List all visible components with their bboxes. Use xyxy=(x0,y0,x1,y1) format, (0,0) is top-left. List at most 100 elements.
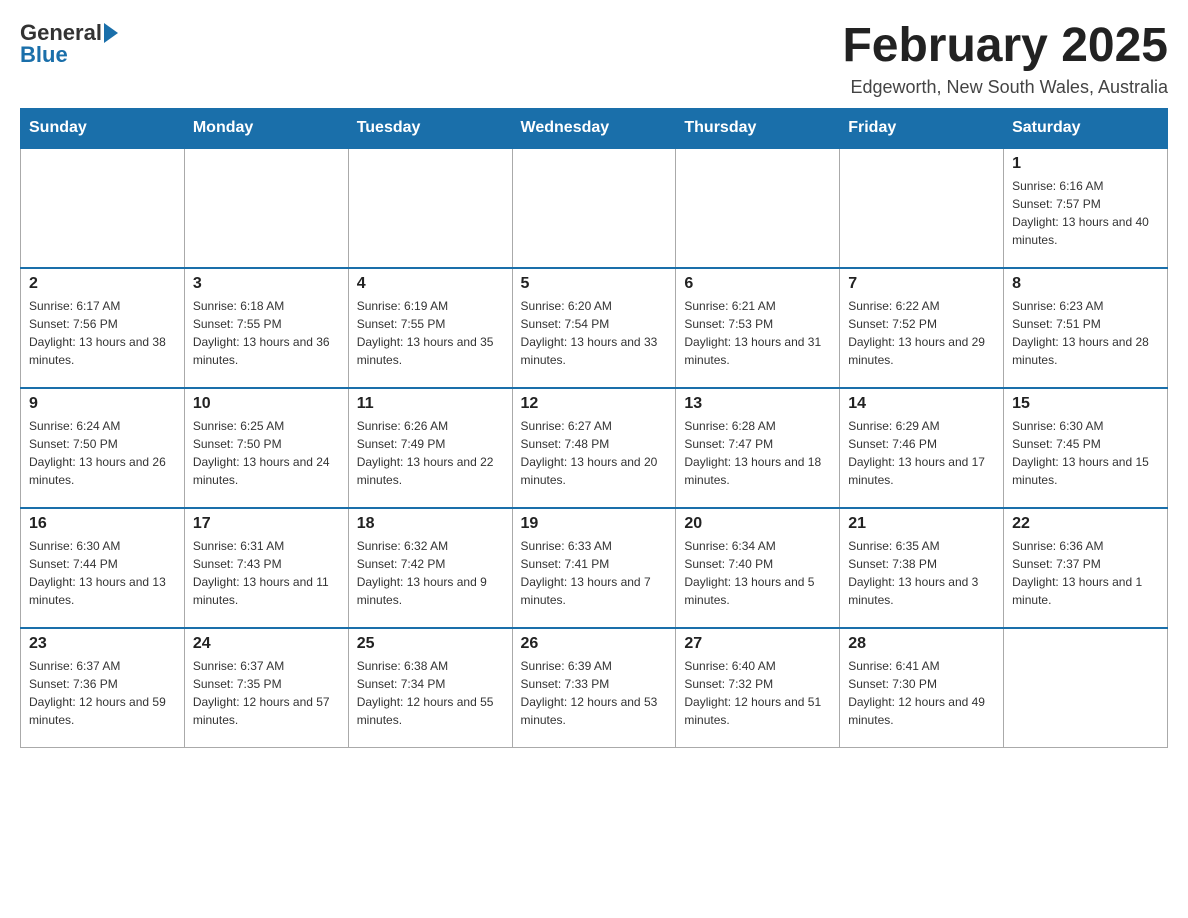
calendar-cell: 22Sunrise: 6:36 AM Sunset: 7:37 PM Dayli… xyxy=(1004,508,1168,628)
day-info: Sunrise: 6:22 AM Sunset: 7:52 PM Dayligh… xyxy=(848,297,995,369)
logo-arrow-icon xyxy=(104,23,118,43)
day-number: 23 xyxy=(29,635,176,653)
calendar-cell: 2Sunrise: 6:17 AM Sunset: 7:56 PM Daylig… xyxy=(21,268,185,388)
day-number: 7 xyxy=(848,275,995,293)
day-number: 8 xyxy=(1012,275,1159,293)
day-number: 16 xyxy=(29,515,176,533)
day-number: 18 xyxy=(357,515,504,533)
day-number: 20 xyxy=(684,515,831,533)
day-info: Sunrise: 6:30 AM Sunset: 7:45 PM Dayligh… xyxy=(1012,417,1159,489)
calendar-cell: 18 Sunrise: 6:32 AM Sunset: 7:42 PM Dayli… xyxy=(348,508,512,628)
day-info: Sunrise: 6:30 AM Sunset: 7:44 PM Dayligh… xyxy=(29,537,176,609)
day-number: 10 xyxy=(193,395,340,413)
day-info: Sunrise: 6:20 AM Sunset: 7:54 PM Dayligh… xyxy=(521,297,668,369)
calendar-cell: 14 Sunrise: 6:29 AM Sunset: 7:46 PM Dayli… xyxy=(840,388,1004,508)
day-of-week-header: Monday xyxy=(184,108,348,148)
calendar-cell: 25 Sunrise: 6:38 AM Sunset: 7:34 PM Dayli… xyxy=(348,628,512,748)
page-header: General Blue February 2025 Edgeworth, Ne… xyxy=(20,20,1168,98)
calendar-cell: 21 Sunrise: 6:35 AM Sunset: 7:38 PM Dayli… xyxy=(840,508,1004,628)
day-info: Sunrise: 6:24 AM Sunset: 7:50 PM Dayligh… xyxy=(29,417,176,489)
calendar-cell: 10 Sunrise: 6:25 AM Sunset: 7:50 PM Dayli… xyxy=(184,388,348,508)
day-number: 3 xyxy=(193,275,340,293)
calendar-cell: 13 Sunrise: 6:28 AM Sunset: 7:47 PM Dayli… xyxy=(676,388,840,508)
calendar-cell: 3 Sunrise: 6:18 AM Sunset: 7:55 PM Daylig… xyxy=(184,268,348,388)
calendar-cell: 1 Sunrise: 6:16 AM Sunset: 7:57 PM Daylig… xyxy=(1004,148,1168,268)
logo: General Blue xyxy=(20,20,118,68)
day-number: 11 xyxy=(357,395,504,413)
calendar-cell xyxy=(348,148,512,268)
day-number: 2 xyxy=(29,275,176,293)
location-text: Edgeworth, New South Wales, Australia xyxy=(842,77,1168,98)
day-info: Sunrise: 6:29 AM Sunset: 7:46 PM Dayligh… xyxy=(848,417,995,489)
day-number: 28 xyxy=(848,635,995,653)
calendar-cell: 11 Sunrise: 6:26 AM Sunset: 7:49 PM Dayli… xyxy=(348,388,512,508)
calendar-cell: 8 Sunrise: 6:23 AM Sunset: 7:51 PM Daylig… xyxy=(1004,268,1168,388)
day-info: Sunrise: 6:28 AM Sunset: 7:47 PM Dayligh… xyxy=(684,417,831,489)
calendar-cell: 28 Sunrise: 6:41 AM Sunset: 7:30 PM Dayli… xyxy=(840,628,1004,748)
calendar-cell: 27 Sunrise: 6:40 AM Sunset: 7:32 PM Dayli… xyxy=(676,628,840,748)
calendar-cell: 26Sunrise: 6:39 AM Sunset: 7:33 PM Dayli… xyxy=(512,628,676,748)
day-info: Sunrise: 6:19 AM Sunset: 7:55 PM Dayligh… xyxy=(357,297,504,369)
day-info: Sunrise: 6:23 AM Sunset: 7:51 PM Dayligh… xyxy=(1012,297,1159,369)
calendar-cell xyxy=(676,148,840,268)
day-info: Sunrise: 6:38 AM Sunset: 7:34 PM Dayligh… xyxy=(357,657,504,729)
day-of-week-header: Friday xyxy=(840,108,1004,148)
day-of-week-header: Wednesday xyxy=(512,108,676,148)
day-number: 6 xyxy=(684,275,831,293)
calendar-cell xyxy=(184,148,348,268)
day-info: Sunrise: 6:36 AM Sunset: 7:37 PM Dayligh… xyxy=(1012,537,1159,609)
day-number: 5 xyxy=(521,275,668,293)
day-number: 24 xyxy=(193,635,340,653)
day-info: Sunrise: 6:34 AM Sunset: 7:40 PM Dayligh… xyxy=(684,537,831,609)
day-info: Sunrise: 6:41 AM Sunset: 7:30 PM Dayligh… xyxy=(848,657,995,729)
calendar-cell: 7 Sunrise: 6:22 AM Sunset: 7:52 PM Daylig… xyxy=(840,268,1004,388)
day-number: 12 xyxy=(521,395,668,413)
day-number: 19 xyxy=(521,515,668,533)
day-of-week-header: Sunday xyxy=(21,108,185,148)
day-number: 25 xyxy=(357,635,504,653)
day-info: Sunrise: 6:16 AM Sunset: 7:57 PM Dayligh… xyxy=(1012,177,1159,249)
day-info: Sunrise: 6:25 AM Sunset: 7:50 PM Dayligh… xyxy=(193,417,340,489)
title-section: February 2025 Edgeworth, New South Wales… xyxy=(842,20,1168,98)
day-number: 13 xyxy=(684,395,831,413)
day-number: 15 xyxy=(1012,395,1159,413)
day-of-week-header: Thursday xyxy=(676,108,840,148)
calendar-cell: 16 Sunrise: 6:30 AM Sunset: 7:44 PM Dayli… xyxy=(21,508,185,628)
day-number: 14 xyxy=(848,395,995,413)
day-number: 17 xyxy=(193,515,340,533)
calendar-header-row: SundayMondayTuesdayWednesdayThursdayFrid… xyxy=(21,108,1168,148)
calendar-cell: 15 Sunrise: 6:30 AM Sunset: 7:45 PM Dayli… xyxy=(1004,388,1168,508)
day-number: 9 xyxy=(29,395,176,413)
calendar-cell xyxy=(512,148,676,268)
calendar-table: SundayMondayTuesdayWednesdayThursdayFrid… xyxy=(20,108,1168,749)
day-of-week-header: Saturday xyxy=(1004,108,1168,148)
day-info: Sunrise: 6:40 AM Sunset: 7:32 PM Dayligh… xyxy=(684,657,831,729)
calendar-week-row: 1 Sunrise: 6:16 AM Sunset: 7:57 PM Daylig… xyxy=(21,148,1168,268)
calendar-cell xyxy=(21,148,185,268)
day-info: Sunrise: 6:35 AM Sunset: 7:38 PM Dayligh… xyxy=(848,537,995,609)
day-number: 4 xyxy=(357,275,504,293)
day-number: 26 xyxy=(521,635,668,653)
calendar-cell: 9 Sunrise: 6:24 AM Sunset: 7:50 PM Daylig… xyxy=(21,388,185,508)
calendar-cell: 20 Sunrise: 6:34 AM Sunset: 7:40 PM Dayli… xyxy=(676,508,840,628)
day-info: Sunrise: 6:26 AM Sunset: 7:49 PM Dayligh… xyxy=(357,417,504,489)
calendar-week-row: 9 Sunrise: 6:24 AM Sunset: 7:50 PM Daylig… xyxy=(21,388,1168,508)
day-info: Sunrise: 6:33 AM Sunset: 7:41 PM Dayligh… xyxy=(521,537,668,609)
calendar-cell: 17Sunrise: 6:31 AM Sunset: 7:43 PM Dayli… xyxy=(184,508,348,628)
calendar-cell: 23Sunrise: 6:37 AM Sunset: 7:36 PM Dayli… xyxy=(21,628,185,748)
month-title: February 2025 xyxy=(842,20,1168,73)
calendar-cell: 4 Sunrise: 6:19 AM Sunset: 7:55 PM Daylig… xyxy=(348,268,512,388)
calendar-cell: 24Sunrise: 6:37 AM Sunset: 7:35 PM Dayli… xyxy=(184,628,348,748)
day-info: Sunrise: 6:18 AM Sunset: 7:55 PM Dayligh… xyxy=(193,297,340,369)
calendar-cell xyxy=(840,148,1004,268)
day-info: Sunrise: 6:32 AM Sunset: 7:42 PM Dayligh… xyxy=(357,537,504,609)
calendar-cell xyxy=(1004,628,1168,748)
day-number: 1 xyxy=(1012,155,1159,173)
day-number: 21 xyxy=(848,515,995,533)
calendar-cell: 5 Sunrise: 6:20 AM Sunset: 7:54 PM Daylig… xyxy=(512,268,676,388)
calendar-week-row: 16 Sunrise: 6:30 AM Sunset: 7:44 PM Dayli… xyxy=(21,508,1168,628)
calendar-cell: 12 Sunrise: 6:27 AM Sunset: 7:48 PM Dayli… xyxy=(512,388,676,508)
day-number: 27 xyxy=(684,635,831,653)
day-info: Sunrise: 6:21 AM Sunset: 7:53 PM Dayligh… xyxy=(684,297,831,369)
day-info: Sunrise: 6:27 AM Sunset: 7:48 PM Dayligh… xyxy=(521,417,668,489)
